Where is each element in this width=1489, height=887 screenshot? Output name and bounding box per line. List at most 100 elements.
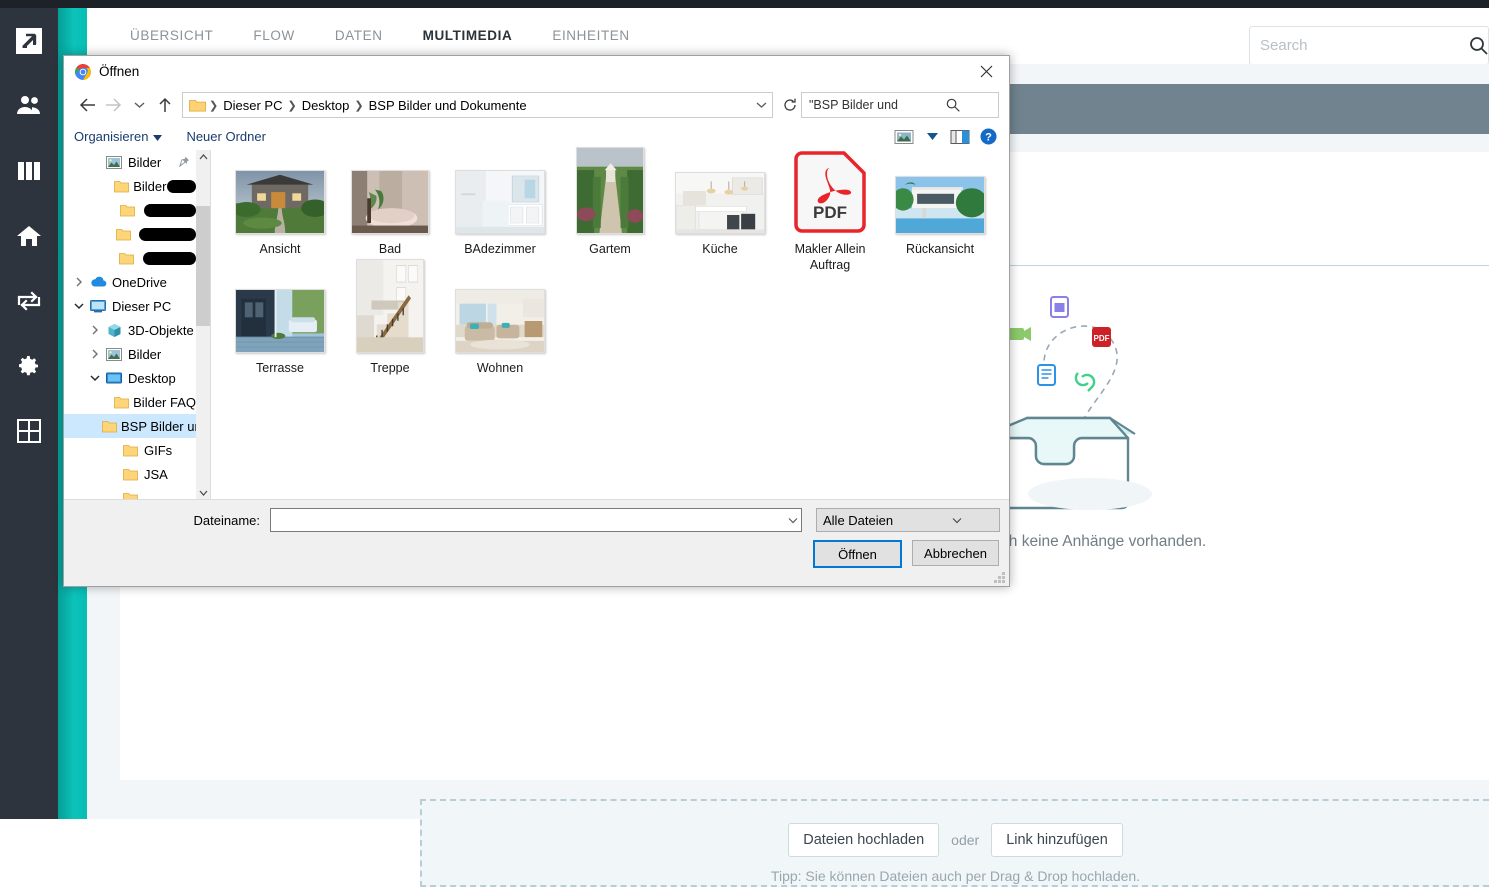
file-item[interactable]: Treppe (335, 259, 445, 376)
tree-scrollbar[interactable] (196, 150, 210, 500)
breadcrumb-chevron-down-icon[interactable] (752, 101, 770, 109)
chevron-down-icon[interactable] (70, 302, 88, 310)
close-icon[interactable] (964, 56, 1009, 87)
image-thumbnail (895, 164, 985, 234)
global-search[interactable] (1249, 26, 1489, 65)
arrow-up-icon[interactable] (152, 92, 178, 118)
tree-item-jsa[interactable]: JSA (64, 462, 196, 486)
cancel-button[interactable]: Abbrechen (912, 540, 999, 566)
chevron-right-icon[interactable] (70, 277, 88, 287)
rail-item-contacts[interactable] (0, 73, 58, 138)
tree-item-desktop[interactable]: Desktop (64, 366, 196, 390)
rail-item-logo[interactable] (0, 8, 58, 73)
resize-grip-icon[interactable] (994, 571, 1006, 583)
breadcrumb-item-2[interactable]: BSP Bilder und Dokumente (365, 98, 531, 113)
filename-field[interactable] (270, 508, 802, 532)
scroll-up-icon[interactable] (196, 150, 210, 164)
desktop-icon (104, 372, 124, 385)
redacted-label (167, 179, 196, 193)
rail-item-settings[interactable] (0, 333, 58, 398)
tab-multimedia[interactable]: MULTIMEDIA (403, 28, 533, 43)
file-item[interactable]: Bad (335, 164, 445, 273)
help-icon[interactable]: ? (975, 125, 1001, 148)
tree-item-bilder[interactable]: Bilder (64, 150, 196, 174)
rail-item-transfer[interactable] (0, 268, 58, 333)
open-file-dialog[interactable]: Öffnen ❯ Dieser PC ❯ Desktop ❯ BSP Bilde… (63, 55, 1010, 587)
file-type-filter[interactable]: Alle Dateien (816, 508, 1000, 532)
image-thumbnail (455, 283, 545, 353)
dialog-title: Öffnen (99, 64, 140, 79)
arrow-left-icon[interactable] (74, 92, 100, 118)
file-item[interactable]: Terrasse (225, 283, 335, 376)
tree-item-label: Bilder (128, 154, 162, 170)
organize-button[interactable]: Organisieren (74, 129, 163, 144)
file-item[interactable]: Ansicht (225, 164, 335, 273)
file-item[interactable]: BAdezimmer (445, 164, 555, 273)
chevron-down-icon[interactable] (86, 374, 104, 382)
view-mode-icon[interactable] (891, 125, 917, 148)
tab-einheiten[interactable]: EINHEITEN (532, 28, 649, 43)
dropzone[interactable]: Dateien hochladen oder Link hinzufügen T… (420, 799, 1489, 887)
svg-text:PDF: PDF (1094, 334, 1110, 343)
search-input[interactable] (1250, 29, 1469, 62)
file-item[interactable]: Küche (665, 164, 775, 273)
upload-files-button[interactable]: Dateien hochladen (788, 823, 940, 857)
file-item[interactable]: Wohnen (445, 283, 555, 376)
breadcrumb-sep: ❯ (209, 99, 219, 112)
new-folder-button[interactable]: Neuer Ordner (186, 129, 265, 144)
file-item[interactable]: Rückansicht (885, 164, 995, 273)
breadcrumb-sep: ❯ (287, 99, 297, 112)
tree-item-redacted[interactable] (64, 198, 196, 222)
tree-item-redacted[interactable] (64, 246, 196, 270)
view-mode-caret-down-icon[interactable] (919, 125, 945, 148)
tree-item-bilder[interactable]: Bilder (64, 342, 196, 366)
filename-chevron-down-icon[interactable] (784, 517, 801, 524)
file-list[interactable]: Ansicht Bad BAdezimmer Gartem Küche PDF Makler… (211, 147, 1009, 500)
tab-uebersicht[interactable]: ÜBERSICHT (110, 28, 233, 43)
open-button[interactable]: Öffnen (813, 540, 902, 568)
pdf-file-icon: PDF (785, 151, 875, 234)
file-item[interactable]: PDF Makler Allein Auftrag (775, 151, 885, 273)
search-icon[interactable] (900, 98, 998, 112)
tab-daten[interactable]: DATEN (315, 28, 403, 43)
chevron-right-icon[interactable] (86, 325, 104, 335)
dialog-search-box[interactable]: "BSP Bilder und Dokumente" ... (801, 92, 999, 118)
tab-flow[interactable]: FLOW (233, 28, 314, 43)
rail-item-columns[interactable] (0, 138, 58, 203)
tree-item-gifs[interactable]: GIFs (64, 438, 196, 462)
file-name: Ansicht (259, 242, 301, 256)
breadcrumb[interactable]: ❯ Dieser PC ❯ Desktop ❯ BSP Bilder und D… (182, 92, 773, 118)
add-link-button[interactable]: Link hinzufügen (991, 823, 1123, 857)
preview-pane-icon[interactable] (947, 125, 973, 148)
tree-item-3d-objekte[interactable]: 3D-Objekte (64, 318, 196, 342)
filename-input[interactable] (271, 510, 784, 530)
svg-text:PDF: PDF (813, 203, 847, 222)
folder-icon (118, 204, 136, 217)
tree-item-bilder-faq[interactable]: Bilder FAQ (64, 390, 196, 414)
tree-item-bsp-bilder-und[interactable]: BSP Bilder und (64, 414, 209, 438)
breadcrumb-item-1[interactable]: Desktop (298, 98, 354, 113)
navigation-tree[interactable]: Bilder Bilder OneDrive Dieser PC 3D-Objekte B… (64, 150, 210, 500)
rail-item-home[interactable] (0, 203, 58, 268)
scrollbar-thumb[interactable] (196, 206, 210, 326)
tree-item-redacted[interactable] (64, 222, 197, 246)
breadcrumb-item-0[interactable]: Dieser PC (219, 98, 286, 113)
folder-icon (114, 180, 130, 193)
columns-icon (17, 161, 41, 180)
refresh-icon[interactable] (779, 93, 801, 117)
scroll-down-icon[interactable] (196, 486, 210, 500)
file-item[interactable]: Gartem (555, 147, 665, 273)
rail-item-grid[interactable] (0, 398, 58, 463)
pin-icon[interactable] (178, 155, 190, 170)
svg-text:?: ? (985, 132, 992, 144)
recent-locations-chevron-down-icon[interactable] (126, 92, 152, 118)
tree-item-dieser-pc[interactable]: Dieser PC (64, 294, 196, 318)
search-icon[interactable] (1469, 36, 1488, 55)
chevron-right-icon[interactable] (86, 349, 104, 359)
filter-chevron-down-icon[interactable] (908, 517, 999, 524)
tree-item-onedrive[interactable]: OneDrive (64, 270, 196, 294)
image-thumbnail (235, 164, 325, 234)
tree-item-redacted[interactable] (64, 486, 196, 500)
arrow-right-icon (100, 92, 126, 118)
tree-item-bilder[interactable]: Bilder (64, 174, 196, 198)
